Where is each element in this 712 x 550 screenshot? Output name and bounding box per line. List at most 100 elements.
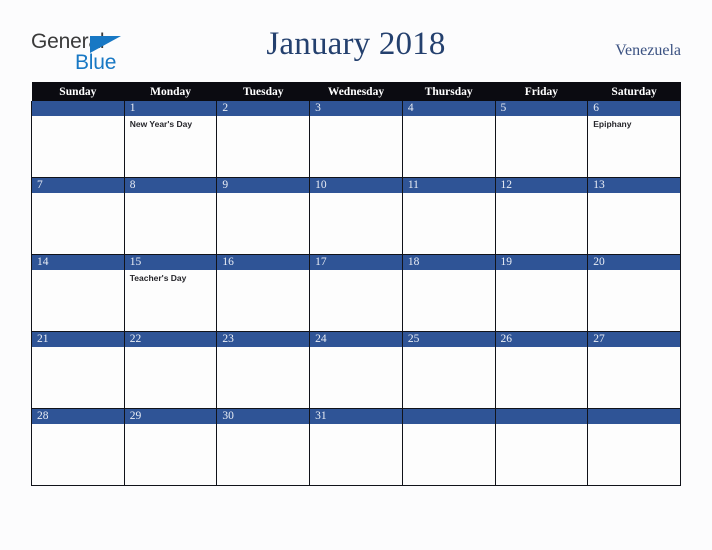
- day-number: 11: [402, 178, 495, 193]
- day-content: [403, 424, 495, 485]
- day-number: 9: [217, 178, 310, 193]
- calendar-week-row: 1 New Year's Day 2 3 4 5 6 Epiphany: [31, 101, 681, 178]
- day-event: New Year's Day: [129, 119, 193, 129]
- day-cell[interactable]: 11: [401, 177, 496, 255]
- day-cell[interactable]: 17: [309, 254, 403, 332]
- day-number: 28: [32, 409, 124, 424]
- day-content: [125, 424, 217, 485]
- day-number: 25: [402, 332, 495, 347]
- day-cell[interactable]: 16: [216, 254, 311, 332]
- day-number: 5: [495, 101, 588, 116]
- day-content: [588, 424, 680, 485]
- calendar-body: 1 New Year's Day 2 3 4 5 6 Epiphany 7 8 …: [31, 101, 681, 486]
- day-cell[interactable]: 4: [401, 101, 496, 178]
- day-number: 15: [124, 255, 217, 270]
- calendar-page: General Blue January 2018 Venezuela Sund…: [0, 0, 712, 550]
- calendar-weekday-header: Sunday Monday Tuesday Wednesday Thursday…: [31, 82, 681, 101]
- day-number: 29: [124, 409, 217, 424]
- day-cell[interactable]: 26: [494, 331, 589, 409]
- day-number: [402, 409, 495, 424]
- day-content: [217, 193, 309, 254]
- day-number: 27: [588, 332, 680, 347]
- day-cell[interactable]: 27: [587, 331, 681, 409]
- day-cell[interactable]: [494, 408, 589, 486]
- day-cell[interactable]: 24: [309, 331, 403, 409]
- day-content: [32, 270, 124, 331]
- day-cell[interactable]: [401, 408, 496, 486]
- day-cell[interactable]: 13: [587, 177, 681, 255]
- day-number: [495, 409, 588, 424]
- day-content: [125, 193, 217, 254]
- day-number: 4: [402, 101, 495, 116]
- day-content: [310, 116, 402, 177]
- day-cell[interactable]: 28: [31, 408, 125, 486]
- day-number: 31: [310, 409, 402, 424]
- day-content: [588, 347, 680, 408]
- weekday-header-thursday: Thursday: [402, 82, 496, 101]
- weekday-header-friday: Friday: [495, 82, 588, 101]
- day-number: 14: [32, 255, 124, 270]
- day-number: 6: [588, 101, 680, 116]
- day-number: 10: [310, 178, 402, 193]
- day-content: [496, 116, 588, 177]
- weekday-header-saturday: Saturday: [587, 82, 681, 101]
- day-event: Teacher's Day: [129, 273, 187, 283]
- day-cell[interactable]: 25: [401, 331, 496, 409]
- day-number: 16: [217, 255, 310, 270]
- day-cell[interactable]: 14: [31, 254, 125, 332]
- day-number: 13: [588, 178, 680, 193]
- day-number: 24: [310, 332, 402, 347]
- day-cell[interactable]: 22: [123, 331, 218, 409]
- day-cell[interactable]: 20: [587, 254, 681, 332]
- day-cell[interactable]: 18: [401, 254, 496, 332]
- day-cell[interactable]: 9: [216, 177, 311, 255]
- day-number: 8: [124, 178, 217, 193]
- weekday-header-row: Sunday Monday Tuesday Wednesday Thursday…: [31, 82, 681, 101]
- day-number: 26: [495, 332, 588, 347]
- day-cell[interactable]: [31, 101, 125, 178]
- day-cell[interactable]: 15 Teacher's Day: [123, 254, 218, 332]
- day-content: [32, 424, 124, 485]
- day-cell[interactable]: 7: [31, 177, 125, 255]
- day-event: Epiphany: [593, 119, 632, 129]
- weekday-header-tuesday: Tuesday: [216, 82, 310, 101]
- day-number: 30: [217, 409, 310, 424]
- day-cell[interactable]: 19: [494, 254, 589, 332]
- day-cell[interactable]: 8: [123, 177, 218, 255]
- calendar-grid: Sunday Monday Tuesday Wednesday Thursday…: [31, 82, 681, 486]
- day-content: [125, 347, 217, 408]
- day-content: [588, 270, 680, 331]
- day-content: [217, 270, 309, 331]
- country-label: Venezuela: [615, 42, 681, 59]
- day-cell[interactable]: 30: [216, 408, 311, 486]
- day-cell[interactable]: 1 New Year's Day: [123, 101, 218, 178]
- day-cell[interactable]: 12: [494, 177, 589, 255]
- day-cell[interactable]: 21: [31, 331, 125, 409]
- day-cell[interactable]: 3: [309, 101, 403, 178]
- day-number: 17: [310, 255, 402, 270]
- day-content: Teacher's Day: [125, 270, 217, 331]
- day-content: [217, 347, 309, 408]
- day-content: [310, 424, 402, 485]
- day-cell[interactable]: [587, 408, 681, 486]
- day-content: [32, 116, 124, 177]
- day-cell[interactable]: 2: [216, 101, 311, 178]
- day-content: [403, 193, 495, 254]
- day-number: 2: [217, 101, 310, 116]
- day-cell[interactable]: 5: [494, 101, 589, 178]
- day-cell[interactable]: 31: [309, 408, 403, 486]
- day-content: [496, 193, 588, 254]
- day-number: 19: [495, 255, 588, 270]
- day-content: Epiphany: [588, 116, 680, 177]
- day-cell[interactable]: 29: [123, 408, 218, 486]
- day-cell[interactable]: 10: [309, 177, 403, 255]
- day-number: 3: [310, 101, 402, 116]
- day-cell[interactable]: 6 Epiphany: [587, 101, 681, 178]
- day-cell[interactable]: 23: [216, 331, 311, 409]
- day-content: [32, 193, 124, 254]
- day-content: [403, 270, 495, 331]
- day-number: [32, 101, 124, 116]
- calendar-week-row: 28 29 30 31: [31, 408, 681, 486]
- page-title: January 2018: [266, 26, 446, 62]
- day-content: [32, 347, 124, 408]
